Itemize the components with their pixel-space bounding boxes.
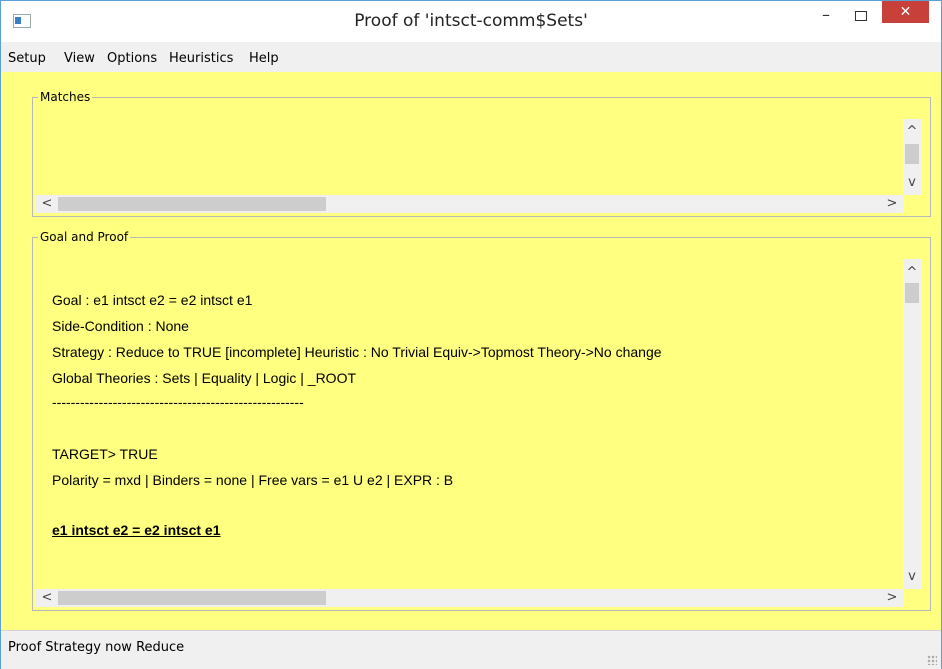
proof-hscrollbar[interactable]: < > bbox=[36, 589, 903, 607]
matches-hscrollbar[interactable]: < > bbox=[36, 195, 903, 213]
menu-view[interactable]: View bbox=[64, 51, 95, 66]
status-text: Proof Strategy now Reduce bbox=[8, 640, 185, 655]
matches-label: Matches bbox=[38, 90, 93, 104]
scroll-thumb[interactable] bbox=[58, 591, 326, 605]
goal-proof-label: Goal and Proof bbox=[38, 230, 131, 244]
minimize-button[interactable]: – bbox=[811, 1, 841, 31]
strategy-line: Strategy : Reduce to TRUE [incomplete] H… bbox=[52, 344, 662, 360]
scroll-up-icon[interactable]: ^ bbox=[903, 265, 921, 281]
scroll-right-icon[interactable]: > bbox=[883, 590, 901, 606]
matches-group: Matches ^ v < > bbox=[32, 90, 931, 217]
matches-textbox[interactable] bbox=[36, 106, 906, 194]
scroll-thumb[interactable] bbox=[905, 283, 919, 303]
window-title: Proof of 'intsct-comm$Sets' bbox=[354, 11, 588, 31]
menu-setup[interactable]: Setup bbox=[8, 51, 46, 66]
scroll-left-icon[interactable]: < bbox=[38, 196, 56, 212]
target-line: TARGET> TRUE bbox=[52, 446, 158, 462]
title-bar[interactable]: Proof of 'intsct-comm$Sets' – ✕ bbox=[1, 1, 941, 41]
scroll-down-icon[interactable]: v bbox=[903, 175, 921, 191]
polarity-line: Polarity = mxd | Binders = none | Free v… bbox=[52, 472, 454, 488]
scroll-left-icon[interactable]: < bbox=[38, 590, 56, 606]
client-area: Matches ^ v < > Goal and Proof Goal : e1… bbox=[1, 72, 941, 630]
menu-bar: Setup View Options Heuristics Help bbox=[1, 42, 941, 72]
menu-help[interactable]: Help bbox=[249, 51, 279, 66]
menu-options[interactable]: Options bbox=[107, 51, 157, 66]
proof-window: Proof of 'intsct-comm$Sets' – ✕ Setup Vi… bbox=[0, 0, 942, 669]
separator-line: ----------------------------------------… bbox=[52, 394, 304, 410]
side-condition-line: Side-Condition : None bbox=[52, 318, 189, 334]
scroll-up-icon[interactable]: ^ bbox=[903, 124, 921, 140]
proof-vscrollbar[interactable]: ^ v bbox=[903, 259, 921, 589]
close-button[interactable]: ✕ bbox=[882, 1, 929, 23]
status-bar: Proof Strategy now Reduce bbox=[1, 630, 941, 669]
global-theories-line: Global Theories : Sets | Equality | Logi… bbox=[52, 370, 357, 386]
resize-grip-icon[interactable] bbox=[927, 655, 937, 665]
goal-proof-textbox[interactable]: Goal : e1 intsct e2 = e2 intsct e1 Side-… bbox=[36, 246, 903, 588]
goal-line: Goal : e1 intsct e2 = e2 intsct e1 bbox=[52, 292, 253, 308]
matches-vscrollbar[interactable]: ^ v bbox=[903, 119, 921, 195]
goal-proof-group: Goal and Proof Goal : e1 intsct e2 = e2 … bbox=[32, 230, 931, 611]
menu-heuristics[interactable]: Heuristics bbox=[169, 51, 233, 66]
scroll-right-icon[interactable]: > bbox=[883, 196, 901, 212]
scroll-down-icon[interactable]: v bbox=[903, 569, 921, 585]
maximize-icon bbox=[855, 11, 867, 21]
maximize-button[interactable] bbox=[846, 1, 876, 31]
expression-line[interactable]: e1 intsct e2 = e2 intsct e1 bbox=[52, 522, 220, 538]
scroll-thumb[interactable] bbox=[905, 144, 919, 164]
scroll-thumb[interactable] bbox=[58, 197, 326, 211]
